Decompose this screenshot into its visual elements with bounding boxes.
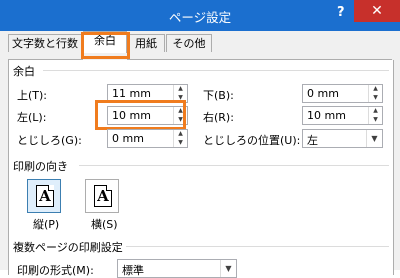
spinner-buttons: ▲ ▼ [368, 107, 382, 124]
gutter-position-select[interactable]: 左 ▼ [302, 129, 383, 148]
bottom-margin-spinner[interactable]: 0 mm ▲ ▼ [302, 84, 383, 103]
spin-down-icon[interactable]: ▼ [174, 139, 187, 147]
print-form-value[interactable]: 標準 [122, 262, 144, 278]
spinner-buttons: ▲ ▼ [173, 85, 187, 102]
spinner-buttons: ▲ ▼ [368, 85, 382, 102]
top-margin-label: 上(T): [17, 89, 48, 102]
spin-down-icon[interactable]: ▼ [174, 94, 187, 102]
orientation-group-label: 印刷の向き [13, 160, 68, 173]
multipage-group-label: 複数ページの印刷設定 [13, 241, 123, 254]
divider [79, 165, 389, 166]
chevron-down-icon[interactable]: ▼ [366, 130, 382, 147]
spin-up-icon[interactable]: ▲ [369, 107, 382, 115]
spin-down-icon[interactable]: ▼ [174, 116, 187, 124]
gutter-label: とじしろ(G): [17, 134, 82, 147]
tab-other[interactable]: その他 [166, 34, 212, 52]
right-margin-spinner[interactable]: 10 mm ▲ ▼ [302, 106, 383, 125]
portrait-label: 縦(P) [33, 218, 60, 231]
dialog-body: 文字数と行数 余白 用紙 その他 余白 上(T): 11 mm ▲ ▼ 下(B)… [0, 31, 400, 278]
spinner-buttons: ▲ ▼ [173, 130, 187, 147]
top-margin-spinner[interactable]: 11 mm ▲ ▼ [107, 84, 188, 103]
landscape-button[interactable]: A [85, 179, 119, 213]
bottom-margin-label: 下(B): [203, 89, 234, 102]
spin-down-icon[interactable]: ▼ [369, 94, 382, 102]
print-form-select[interactable]: 標準 ▼ [117, 259, 237, 278]
tab-paper[interactable]: 用紙 [127, 34, 165, 52]
spin-down-icon[interactable]: ▼ [369, 116, 382, 124]
left-margin-label: 左(L): [17, 111, 47, 124]
spin-up-icon[interactable]: ▲ [369, 85, 382, 93]
chevron-down-icon[interactable]: ▼ [220, 260, 236, 277]
spin-up-icon[interactable]: ▲ [174, 107, 187, 115]
right-margin-value[interactable]: 10 mm [307, 109, 346, 122]
top-margin-value[interactable]: 11 mm [112, 87, 151, 100]
left-margin-spinner[interactable]: 10 mm ▲ ▼ [107, 106, 188, 125]
right-margin-label: 右(R): [203, 111, 234, 124]
margins-group-label: 余白 [13, 65, 35, 78]
spin-up-icon[interactable]: ▲ [174, 85, 187, 93]
help-icon[interactable]: ? [337, 5, 345, 20]
landscape-label: 横(S) [91, 218, 118, 231]
bottom-margin-value[interactable]: 0 mm [307, 87, 339, 100]
tab-characters-and-lines[interactable]: 文字数と行数 [8, 34, 82, 52]
spin-up-icon[interactable]: ▲ [174, 130, 187, 138]
tab-panel: 余白 上(T): 11 mm ▲ ▼ 下(B): 0 mm ▲ ▼ 左(L): … [8, 60, 394, 278]
divider [126, 246, 389, 247]
left-margin-value[interactable]: 10 mm [112, 109, 151, 122]
print-form-label: 印刷の形式(M): [17, 264, 94, 277]
landscape-page-icon: A [94, 185, 112, 207]
portrait-page-icon: A [36, 185, 54, 207]
divider [43, 70, 389, 71]
gutter-position-label: とじしろの位置(U): [203, 134, 301, 147]
gutter-value[interactable]: 0 mm [112, 132, 144, 145]
spinner-buttons: ▲ ▼ [173, 107, 187, 124]
gutter-spinner[interactable]: 0 mm ▲ ▼ [107, 129, 188, 148]
title-bar: ページ設定 ? ✕ [0, 0, 400, 31]
tab-margins[interactable]: 余白 [83, 31, 127, 53]
gutter-position-value[interactable]: 左 [307, 132, 318, 148]
close-button[interactable]: ✕ [354, 0, 400, 22]
portrait-button[interactable]: A [27, 179, 61, 213]
